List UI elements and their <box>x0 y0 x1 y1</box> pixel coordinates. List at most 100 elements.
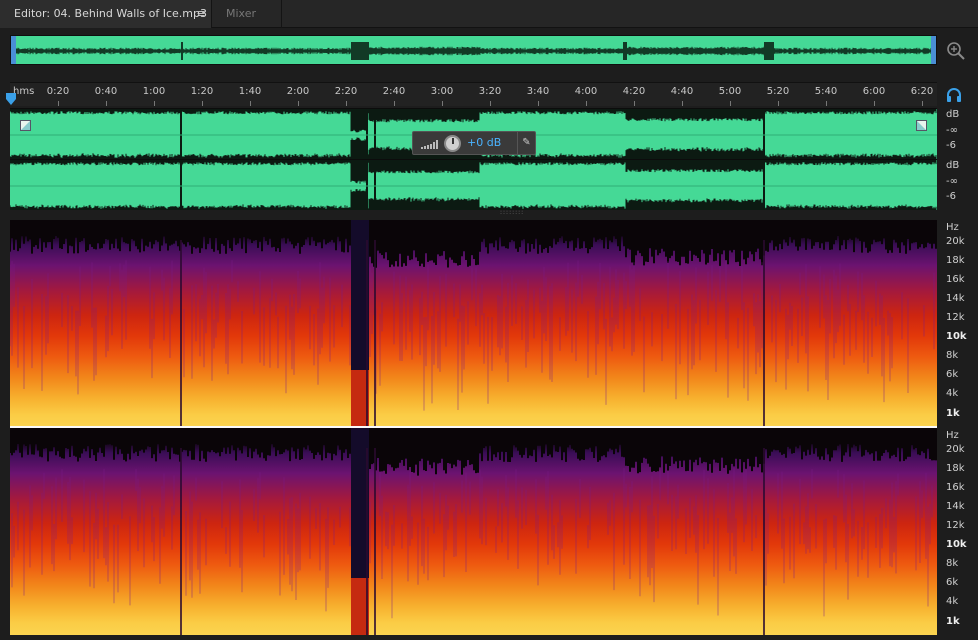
overview-wave-line <box>11 45 936 57</box>
pin-icon[interactable]: ✎ <box>517 132 535 154</box>
ruler-tick-label: 1:00 <box>142 86 166 97</box>
fade-in-handle[interactable] <box>20 120 31 131</box>
ruler-tick-mark <box>778 101 779 106</box>
overview-waveform[interactable] <box>10 35 937 65</box>
overview-right-handle[interactable] <box>931 36 936 64</box>
hz-tick: 18k <box>946 463 965 474</box>
ruler-tick-mark <box>298 101 299 106</box>
ruler-tick-label: 4:00 <box>574 86 598 97</box>
tab-editor[interactable]: Editor: 04. Behind Walls of Ice.mp3 <box>0 0 212 28</box>
fade-out-handle[interactable] <box>916 120 927 131</box>
spectral-transient <box>374 448 376 635</box>
spectral-transient <box>374 240 376 427</box>
waveform-transient <box>763 109 765 159</box>
ruler-tick-label: 4:40 <box>670 86 694 97</box>
waveform-transient <box>180 160 182 210</box>
ruler-tick-label: 5:40 <box>814 86 838 97</box>
db-unit-label: dB <box>946 160 960 171</box>
db-tick: -6 <box>946 140 956 151</box>
ruler-tick-mark <box>682 101 683 106</box>
ruler-tick-mark <box>730 101 731 106</box>
ruler-tick-mark <box>58 101 59 106</box>
spectral-left-graphic <box>10 220 937 427</box>
hz-tick: 10k <box>946 539 967 550</box>
hz-tick: 6k <box>946 577 959 588</box>
waveform-channel-right[interactable] <box>10 159 937 210</box>
hz-tick: 20k <box>946 444 965 455</box>
spectral-transient <box>366 448 368 635</box>
ruler-tick-mark <box>826 101 827 106</box>
ruler-tick-label: 0:20 <box>46 86 70 97</box>
overview-dense-region <box>623 42 627 60</box>
hz-tick: 20k <box>946 236 965 247</box>
db-unit-label: dB <box>946 109 960 120</box>
ruler-tick-label: 1:40 <box>238 86 262 97</box>
volume-knob-icon[interactable] <box>444 135 461 152</box>
waveform-centerline <box>10 185 937 187</box>
ruler-tick-label: 3:00 <box>430 86 454 97</box>
tab-menu-icon[interactable]: ≡ <box>195 0 207 28</box>
editor-tab-bar: Editor: 04. Behind Walls of Ice.mp3 ≡ Mi… <box>0 0 978 28</box>
ruler-tick-label: 6:00 <box>862 86 886 97</box>
ruler-tick-label: 1:20 <box>190 86 214 97</box>
ruler-tick-label: 2:40 <box>382 86 406 97</box>
spectral-streaks <box>11 468 933 619</box>
ruler-tick-mark <box>346 101 347 106</box>
time-ruler[interactable]: hms 0:20 0:40 1:00 1:20 1:40 2:00 2:20 2:40 3:00… <box>10 82 937 106</box>
hz-tick: 8k <box>946 558 959 569</box>
hz-tick: 4k <box>946 596 959 607</box>
tab-editor-label: Editor: 04. Behind Walls of Ice.mp3 <box>14 7 207 20</box>
overview-dense-region <box>181 42 183 60</box>
volume-value[interactable]: +0 dB <box>467 136 501 149</box>
db-tick: -6 <box>946 191 956 202</box>
hz-tick: 10k <box>946 331 967 342</box>
waveform-transient <box>374 160 376 210</box>
overview-left-handle[interactable] <box>11 36 16 64</box>
hz-tick: 12k <box>946 520 965 531</box>
ruler-tick-label: 5:00 <box>718 86 742 97</box>
spectral-transient <box>763 448 765 635</box>
ruler-tick-label: 2:20 <box>334 86 358 97</box>
hz-tick: 16k <box>946 482 965 493</box>
waveform-transient <box>763 160 765 210</box>
ruler-tick-label: 5:20 <box>766 86 790 97</box>
spectral-transient <box>180 240 182 427</box>
headphones-icon[interactable] <box>945 86 963 104</box>
ruler-tick-label: 6:20 <box>910 86 934 97</box>
hz-unit-label: Hz <box>946 222 959 233</box>
spectral-display-left[interactable] <box>10 220 937 427</box>
db-scale-right: dB -∞ -6 <box>940 159 978 210</box>
spectral-transient <box>366 240 368 427</box>
playhead-marker-icon[interactable] <box>6 93 16 105</box>
ruler-tick-mark <box>874 101 875 106</box>
ruler-tick-mark <box>634 101 635 106</box>
waveform-edge-noise <box>10 160 937 210</box>
magnifier-zoom-icon[interactable] <box>945 40 967 62</box>
tab-mixer[interactable]: Mixer <box>212 0 282 28</box>
spectral-high-freq-dark <box>10 220 937 286</box>
hz-scale-left: Hz 20k 18k 16k 14k 12k 10k 8k 6k 4k 1k <box>940 220 978 427</box>
ruler-tick-mark <box>538 101 539 106</box>
waveform-transient <box>180 109 182 159</box>
hz-tick: 4k <box>946 388 959 399</box>
ruler-tick-mark <box>202 101 203 106</box>
waveform-transient <box>366 109 368 159</box>
hz-tick: 6k <box>946 369 959 380</box>
ruler-tick-mark <box>106 101 107 106</box>
ruler-tick-mark <box>922 101 923 106</box>
ruler-tick-mark <box>586 101 587 106</box>
spectral-transient <box>763 240 765 427</box>
db-scale-left: dB -∞ -6 <box>940 108 978 159</box>
ruler-tick-label: 0:40 <box>94 86 118 97</box>
waveform-transient <box>366 160 368 210</box>
hz-tick: 18k <box>946 255 965 266</box>
spectral-right-graphic <box>10 428 937 635</box>
hz-tick: 1k <box>946 616 960 627</box>
spectral-display-right[interactable] <box>10 428 937 635</box>
db-tick: -∞ <box>946 125 958 136</box>
hz-tick: 14k <box>946 501 965 512</box>
hz-tick: 8k <box>946 350 959 361</box>
volume-hud[interactable]: +0 dB ✎ <box>412 131 536 155</box>
panel-divider-grip[interactable]: :::::::: <box>500 210 523 216</box>
ruler-tick-label: 4:20 <box>622 86 646 97</box>
